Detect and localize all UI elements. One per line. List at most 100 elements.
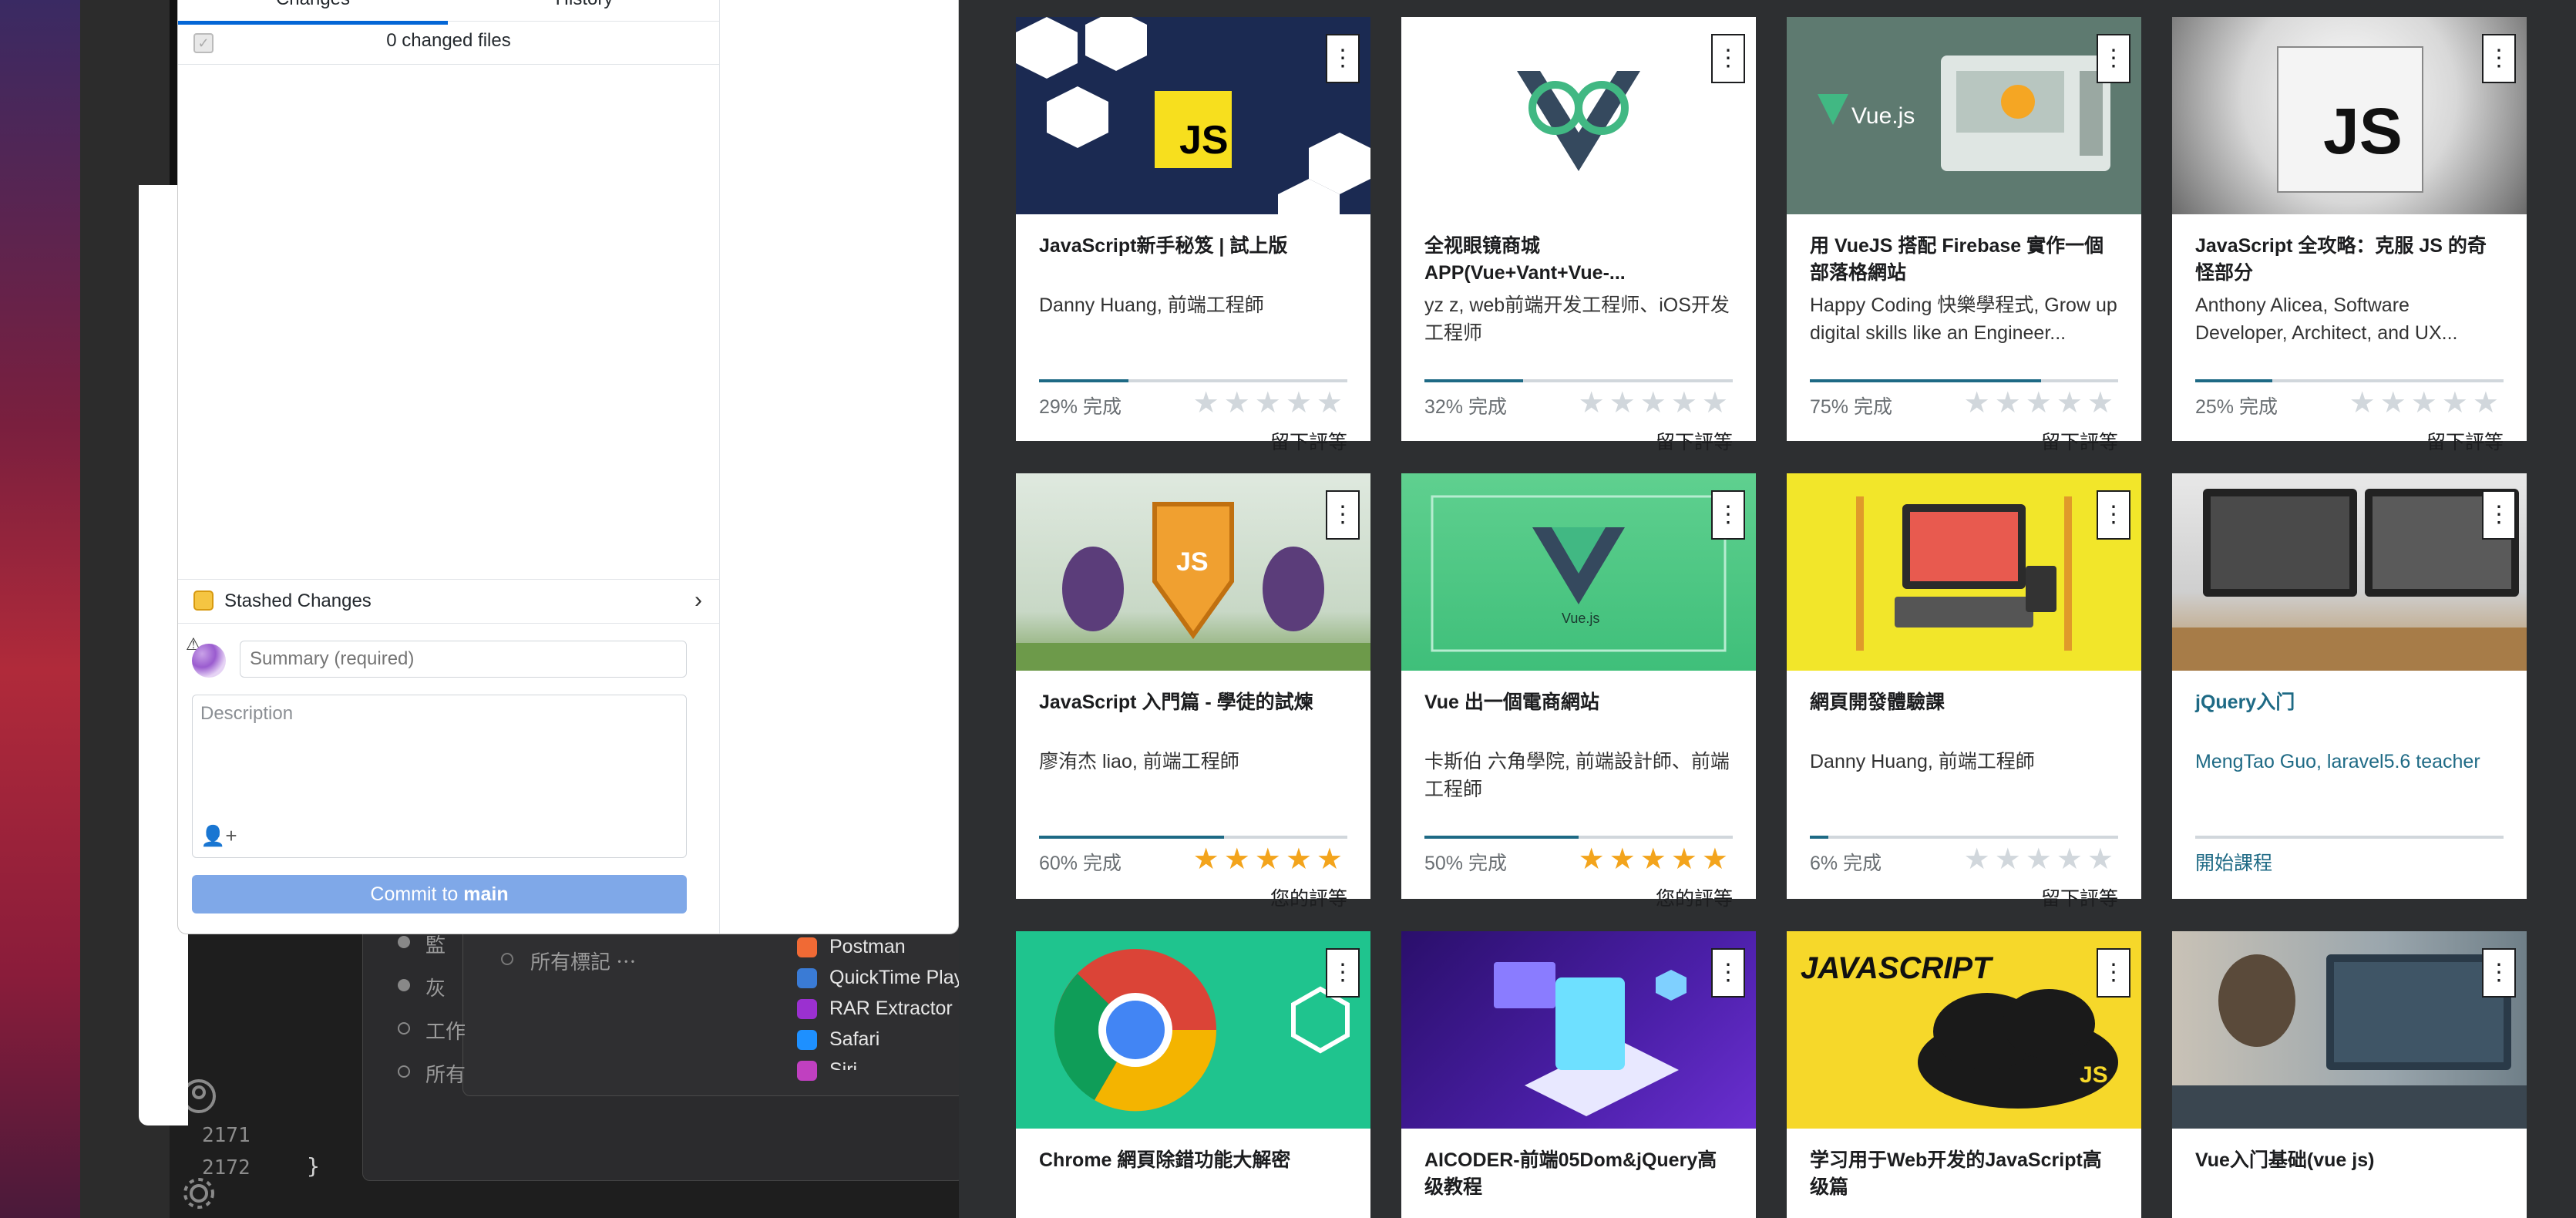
course-title[interactable]: Chrome 網頁除錯功能大解密 bbox=[1039, 1147, 1347, 1174]
coding-desk-image bbox=[2172, 954, 2527, 1129]
all-tags-item[interactable]: 所有標記 ⋯ bbox=[530, 947, 636, 975]
stashed-changes-row[interactable]: Stashed Changes › bbox=[178, 579, 719, 624]
course-card[interactable]: ⋮ Vue入门基础(vue js) bbox=[2172, 931, 2527, 1218]
course-card[interactable]: ⋮ 全视眼镜商城APP(Vue+Vant+Vue-... yz z, web前端… bbox=[1401, 17, 1756, 453]
course-card[interactable]: ⋮ Chrome 網頁除錯功能大解密 bbox=[1016, 931, 1370, 1218]
app-item-safari[interactable]: Safari bbox=[829, 1028, 879, 1051]
course-instructor: Danny Huang, 前端工程師 bbox=[1810, 751, 2035, 772]
rating-label[interactable]: 留下評等 bbox=[2041, 427, 2118, 455]
course-title[interactable]: 全视眼镜商城APP(Vue+Vant+Vue-... bbox=[1424, 233, 1733, 287]
more-options-button[interactable]: ⋮ bbox=[2482, 490, 2516, 540]
rating-label[interactable]: 您的評等 bbox=[1656, 883, 1733, 911]
chrome-logo-image bbox=[1054, 949, 1350, 1112]
course-title[interactable]: Vue 出一個電商網站 bbox=[1424, 689, 1733, 716]
course-title[interactable]: JavaScript 全攻略：克服 JS 的奇怪部分 bbox=[2195, 233, 2504, 287]
course-card[interactable]: JS ⋮ JavaScript 入門篇 - 學徒的試煉 廖洧杰 liao, 前端… bbox=[1016, 473, 1370, 910]
course-title[interactable]: 網頁開發體驗課 bbox=[1810, 689, 2118, 716]
summary-input[interactable] bbox=[240, 641, 687, 678]
star-rating[interactable]: ★★★★★ bbox=[1579, 842, 1733, 876]
chevron-right-icon: › bbox=[694, 587, 702, 613]
more-options-button[interactable]: ⋮ bbox=[1326, 34, 1360, 83]
star-rating[interactable]: ★★★★★ bbox=[1193, 842, 1347, 876]
course-card[interactable]: Vue.js ⋮ Vue 出一個電商網站 卡斯伯 六角學院, 前端設計師、前端工… bbox=[1401, 473, 1756, 910]
more-options-button[interactable]: ⋮ bbox=[1326, 490, 1360, 540]
js-logo-text: JS bbox=[2323, 95, 2403, 167]
star-rating[interactable]: ★★★★★ bbox=[1964, 842, 2118, 876]
course-thumbnail bbox=[2172, 931, 2527, 1129]
add-co-author-icon[interactable]: 👤+ bbox=[200, 824, 237, 848]
course-title[interactable]: 用 VueJS 搭配 Firebase 實作一個部落格網站 bbox=[1810, 233, 2118, 287]
commit-branch: main bbox=[463, 883, 509, 905]
tag-dot bbox=[398, 1022, 410, 1035]
course-instructor: Happy Coding 快樂學程式, Grow up digital skil… bbox=[1810, 294, 2117, 344]
rating-label[interactable]: 留下評等 bbox=[1270, 427, 1347, 455]
app-item-postman[interactable]: Postman bbox=[829, 936, 906, 958]
tag-dot bbox=[398, 1065, 410, 1078]
desk-monitors-image bbox=[2172, 489, 2527, 671]
progress-label: 60% 完成 bbox=[1039, 853, 1122, 874]
finder-tag[interactable]: 工作 bbox=[425, 1016, 466, 1045]
course-title[interactable]: JavaScript新手秘笈 | 試上版 bbox=[1039, 233, 1347, 260]
course-thumbnail: JS bbox=[1016, 17, 1370, 214]
rating-label[interactable]: 留下評等 bbox=[2426, 427, 2504, 455]
tab-history[interactable]: History bbox=[449, 0, 719, 21]
app-item-rar-extractor[interactable]: RAR Extractor bbox=[829, 998, 953, 1020]
course-title[interactable]: Vue入门基础(vue js) bbox=[2195, 1147, 2504, 1174]
progress-fill bbox=[1810, 379, 2041, 382]
progress-label: 32% 完成 bbox=[1424, 396, 1507, 418]
app-item-quicktime[interactable]: QuickTime Play bbox=[829, 967, 963, 989]
course-title[interactable]: JavaScript 入門篇 - 學徒的試煉 bbox=[1039, 689, 1347, 716]
star-rating[interactable]: ★★★★★ bbox=[1193, 385, 1347, 420]
changes-panel: Changes History ✓ 0 changed files Stashe… bbox=[178, 0, 720, 934]
course-instructor: Anthony Alicea, Software Developer, Arch… bbox=[2195, 294, 2458, 344]
tab-bar: Changes History bbox=[178, 0, 719, 25]
code-brace: } bbox=[307, 1153, 320, 1179]
description-field[interactable]: Description 👤+ bbox=[192, 695, 687, 858]
hexagon-pattern-image bbox=[1016, 17, 1370, 214]
course-title[interactable]: 学习用于Web开发的JavaScript高级篇 bbox=[1810, 1147, 2118, 1201]
rating-label[interactable]: 留下評等 bbox=[2041, 883, 2118, 911]
course-thumbnail: JS bbox=[2172, 17, 2527, 214]
star-rating[interactable]: ★★★★★ bbox=[1579, 385, 1733, 420]
course-title[interactable]: AICODER-前端05Dom&jQuery高级教程 bbox=[1424, 1147, 1733, 1201]
more-options-button[interactable]: ⋮ bbox=[2097, 490, 2130, 540]
app-item-siri[interactable]: Siri bbox=[829, 1059, 857, 1070]
more-options-button[interactable]: ⋮ bbox=[1711, 34, 1745, 83]
progress-fill bbox=[1424, 836, 1579, 839]
finder-tag[interactable]: 所有 bbox=[425, 1059, 466, 1088]
tag-dot bbox=[398, 936, 410, 948]
siri-icon bbox=[797, 1061, 817, 1081]
rating-label[interactable]: 留下評等 bbox=[1656, 427, 1733, 455]
more-options-button[interactable]: ⋮ bbox=[1326, 948, 1360, 998]
star-rating[interactable]: ★★★★★ bbox=[2349, 385, 2504, 420]
start-course-link[interactable]: 開始課程 bbox=[2195, 848, 2272, 876]
more-options-button[interactable]: ⋮ bbox=[2097, 948, 2130, 998]
more-options-button[interactable]: ⋮ bbox=[2482, 948, 2516, 998]
settings-gear-icon[interactable] bbox=[180, 1175, 217, 1212]
course-card[interactable]: Vue.js ⋮ 用 VueJS 搭配 Firebase 實作一個部落格網站 H… bbox=[1787, 17, 2141, 453]
tag-dot bbox=[398, 979, 410, 991]
course-title[interactable]: jQuery入门 bbox=[2195, 689, 2504, 716]
rating-label[interactable]: 您的評等 bbox=[1270, 883, 1347, 911]
more-options-button[interactable]: ⋮ bbox=[1711, 490, 1745, 540]
github-desktop-window: Changes History ✓ 0 changed files Stashe… bbox=[177, 0, 959, 934]
course-card[interactable]: ⋮ jQuery入门 MengTao Guo, laravel5.6 teach… bbox=[2172, 473, 2527, 899]
progress-bar bbox=[1424, 836, 1733, 839]
course-card[interactable]: ⋮ AICODER-前端05Dom&jQuery高级教程 bbox=[1401, 931, 1756, 1218]
course-card[interactable]: JS ⋮ JavaScript新手秘笈 | 試上版 Danny Huang, 前… bbox=[1016, 17, 1370, 453]
stashed-changes-label: Stashed Changes bbox=[224, 590, 372, 611]
course-card[interactable]: ⋮ 網頁開發體驗課 Danny Huang, 前端工程師 6% 完成 ★★★★★… bbox=[1787, 473, 2141, 910]
vuejs-logo-text: Vue.js bbox=[1851, 103, 1915, 129]
course-card[interactable]: JAVASCRIPT JS ⋮ 学习用于Web开发的JavaScript高级篇 bbox=[1787, 931, 2141, 1218]
more-options-button[interactable]: ⋮ bbox=[1711, 948, 1745, 998]
finder-tag[interactable]: 灰 bbox=[425, 973, 446, 1001]
avatar bbox=[192, 644, 226, 678]
course-card[interactable]: JS ⋮ JavaScript 全攻略：克服 JS 的奇怪部分 Anthony … bbox=[2172, 17, 2527, 453]
progress-bar bbox=[1039, 379, 1347, 382]
more-options-button[interactable]: ⋮ bbox=[2482, 34, 2516, 83]
commit-button[interactable]: Commit to main bbox=[192, 875, 687, 914]
progress-fill bbox=[2195, 379, 2272, 382]
star-rating[interactable]: ★★★★★ bbox=[1964, 385, 2118, 420]
more-options-button[interactable]: ⋮ bbox=[2097, 34, 2130, 83]
line-number: 2172 bbox=[202, 1156, 251, 1179]
